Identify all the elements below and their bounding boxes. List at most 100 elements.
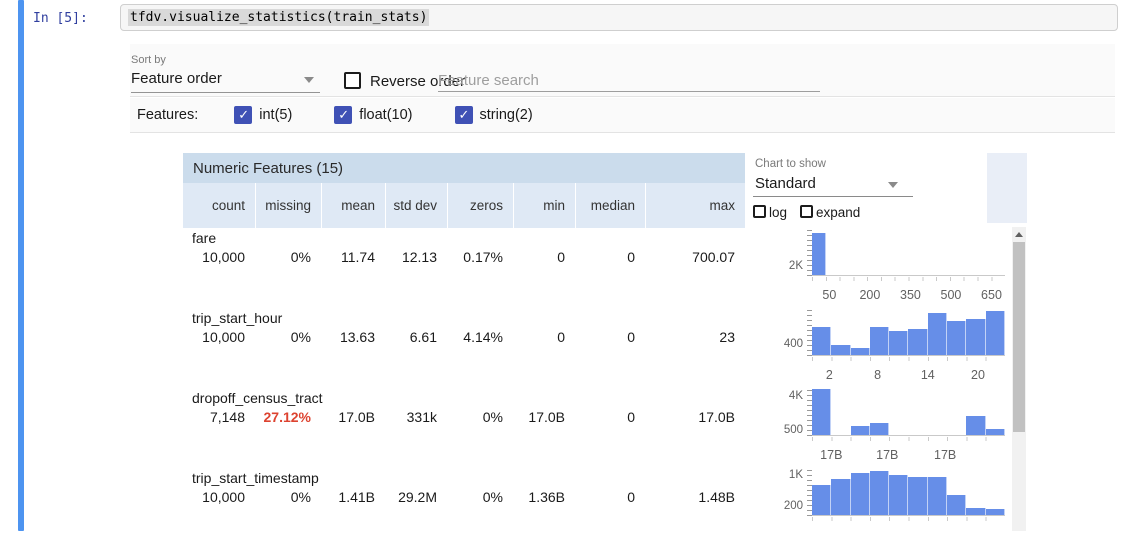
histogram-bar [851,473,870,515]
column-header-std-dev: std dev [385,183,447,228]
stat-median: 0 [575,329,645,345]
sort-by-underline [131,92,320,93]
histogram-bar [851,348,870,355]
stat-min: 0 [513,329,575,345]
x-axis-tick-label: 14 [921,368,935,382]
sort-controls-row: Sort by Feature order Reverse order [130,44,1115,97]
chart-to-show-dropdown[interactable]: Standard [755,175,816,192]
stat-missing: 0% [255,489,321,505]
y-axis-tick-label: 400 [745,338,803,350]
chart-dropdown-underline [753,196,913,197]
feature-filters: ✓int(5)✓float(10)✓string(2) [234,106,532,124]
histogram-bar [812,233,826,275]
charts-scrollbar[interactable] [1012,227,1026,531]
histogram-trip_start_hour: 400281420 [745,306,1012,386]
filter-string: ✓string(2) [455,106,533,124]
features-label: Features: [137,107,198,123]
y-axis-tick-label: 500 [745,424,803,436]
feature-name: dropoff_census_tract [183,388,745,407]
stat-max: 700.07 [645,249,745,265]
feature-row-fare: fare10,0000%11.7412.130.17%00700.07 [183,228,745,308]
histogram-bar [986,509,1005,515]
checkmark-icon: ✓ [338,108,349,123]
x-axis-tick-label: 200 [859,288,880,302]
code-input-area[interactable]: tfdv.visualize_statistics(train_stats) [120,4,1118,31]
feature-name: trip_start_timestamp [183,468,745,487]
filter-label-float: float(10) [359,107,412,123]
histogram-bar [870,471,889,515]
histogram-bar [812,389,831,435]
stat-zeros: 0.17% [447,249,513,265]
histogram-dropoff_census_tract: 4K50017B17B17B [745,386,1012,466]
stat-max: 17.0B [645,409,745,425]
y-axis-tick-label: 200 [745,500,803,512]
cell-prompt: In [5]: [33,11,88,26]
numeric-features-table: Numeric Features (15) countmissingmeanst… [183,153,745,548]
stat-mean: 13.63 [321,329,385,345]
table-column-headers: countmissingmeanstd devzerosminmedianmax [183,183,745,228]
stat-std-dev: 6.61 [385,329,447,345]
stat-median: 0 [575,409,645,425]
scrollbar-thumb[interactable] [1013,242,1025,432]
x-axis-tick-label: 2 [826,368,833,382]
filter-checkbox-float[interactable]: ✓ [334,106,352,124]
code-text-selected[interactable]: tfdv.visualize_statistics(train_stats) [128,9,429,26]
x-axis-tick-label: 17B [934,448,956,462]
checkmark-icon: ✓ [459,108,470,123]
stat-std-dev: 331k [385,409,447,425]
feature-stats: 10,0000%11.7412.130.17%00700.07 [183,249,745,265]
sort-by-label: Sort by [131,54,166,66]
x-axis-tick-label: 350 [900,288,921,302]
y-axis-tick-label: 2K [745,260,803,272]
histogram-bar [870,423,889,435]
stat-missing: 27.12% [255,409,321,425]
table-body: fare10,0000%11.7412.130.17%00700.07trip_… [183,228,745,548]
chevron-down-icon[interactable] [888,182,898,188]
column-header-count: count [183,183,255,228]
checkmark-icon: ✓ [238,108,249,123]
histogram-bar [812,485,831,515]
filter-checkbox-string[interactable]: ✓ [455,106,473,124]
filter-checkbox-int[interactable]: ✓ [234,106,252,124]
histogram-plot [812,390,1005,436]
scroll-up-icon[interactable] [1015,232,1023,237]
histogram-bar [966,319,985,355]
chart-to-show-panel: Chart to show Standard log expand [745,153,1027,223]
histogram-plot [812,470,1005,516]
x-axis-ticks [812,357,1005,361]
histogram-bar [908,477,927,515]
column-header-max: max [645,183,745,228]
stat-count: 10,000 [183,249,255,265]
filter-int: ✓int(5) [234,106,292,124]
histogram-bar [947,321,966,355]
reverse-order-checkbox[interactable] [344,72,361,89]
stat-min: 1.36B [513,489,575,505]
stat-median: 0 [575,249,645,265]
panel-tint [987,153,1027,223]
feature-search-input[interactable] [438,69,820,92]
log-checkbox[interactable] [753,205,766,218]
histogram-plot [812,230,1005,276]
histogram-fare: 2K50200350500650 [745,226,1012,306]
histogram-plot [812,310,1005,356]
table-title: Numeric Features (15) [183,153,745,183]
x-axis-tick-label: 17B [820,448,842,462]
sort-by-dropdown[interactable]: Feature order [131,70,222,87]
histogram-bar [831,345,850,355]
histogram-bar [928,313,947,355]
histogram-bar [831,479,850,515]
stat-min: 0 [513,249,575,265]
filter-float: ✓ float(10) [334,106,412,124]
feature-stats: 10,0000%13.636.614.14%0023 [183,329,745,345]
column-header-zeros: zeros [447,183,513,228]
stat-min: 17.0B [513,409,575,425]
stat-zeros: 4.14% [447,329,513,345]
histograms-column: 2K502003505006504002814204K50017B17B17B1… [745,226,1012,531]
feature-row-trip_start_timestamp: trip_start_timestamp10,0000%1.41B29.2M0%… [183,468,745,548]
chevron-down-icon[interactable] [304,77,314,83]
selected-cell-indicator [18,0,24,531]
expand-checkbox[interactable] [800,205,813,218]
x-axis-ticks [812,517,1005,521]
column-header-mean: mean [321,183,385,228]
stat-std-dev: 12.13 [385,249,447,265]
